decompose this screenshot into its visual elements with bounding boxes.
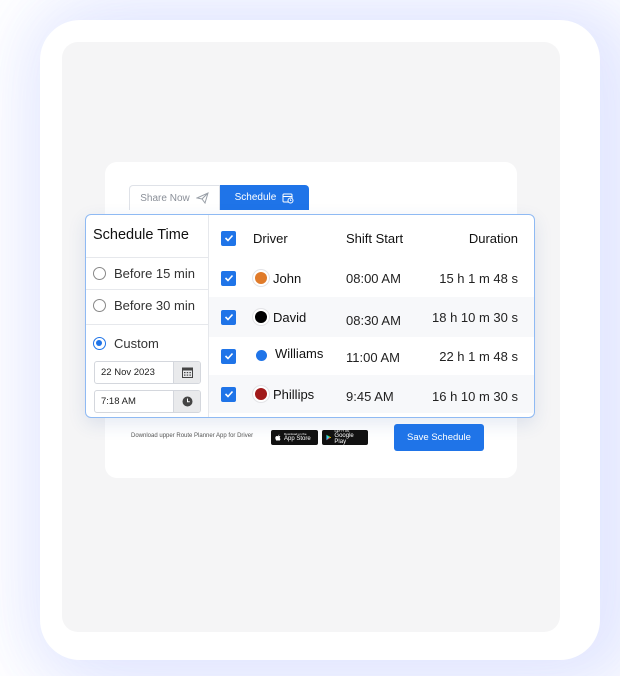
driver-color-dot: [256, 350, 267, 361]
option-before-30[interactable]: Before 30 min: [86, 289, 208, 321]
check-icon: [224, 352, 233, 360]
duration: 22 h 1 m 48 s: [439, 349, 518, 364]
row-checkbox[interactable]: [221, 386, 236, 402]
time-value: 7:18 AM: [101, 396, 136, 407]
radio-before-15[interactable]: [93, 267, 106, 280]
row-checkbox[interactable]: [221, 270, 236, 286]
save-schedule-button[interactable]: Save Schedule: [394, 424, 484, 451]
app-store-label: App Store: [284, 436, 311, 442]
driver-name: Williams: [275, 346, 324, 361]
tab-schedule-label: Schedule: [234, 192, 277, 203]
date-value: 22 Nov 2023: [101, 367, 155, 378]
shift-start: 08:00 AM: [346, 270, 401, 286]
driver-table: Driver Shift Start Duration John 08:00 A…: [209, 215, 534, 417]
option-custom-label: Custom: [114, 336, 159, 351]
schedule-panel: Schedule Time Before 15 min Before 30 mi…: [85, 214, 535, 418]
shift-start: 11:00 AM: [346, 350, 400, 365]
radio-custom[interactable]: [93, 337, 106, 350]
row-checkbox[interactable]: [221, 309, 236, 325]
shift-start: 08:30 AM: [346, 313, 401, 328]
check-icon: [224, 234, 233, 242]
header-shift-start: Shift Start: [346, 230, 404, 246]
table-row[interactable]: John 08:00 AM 15 h 1 m 48 s: [209, 259, 534, 297]
header-driver: Driver: [253, 230, 288, 246]
date-field[interactable]: 22 Nov 2023: [94, 361, 201, 384]
google-play-label: Google Play: [334, 433, 354, 445]
apple-icon: [275, 434, 281, 441]
tab-bar: Share Now Schedule: [129, 185, 309, 210]
schedule-time-title: Schedule Time: [93, 227, 189, 243]
table-row[interactable]: Phillips 9:45 AM 16 h 10 m 30 s: [209, 375, 534, 413]
radio-before-30[interactable]: [93, 299, 106, 312]
check-icon: [224, 313, 233, 321]
option-custom[interactable]: Custom: [86, 324, 208, 364]
check-icon: [224, 390, 233, 398]
row-checkbox[interactable]: [221, 348, 236, 364]
calendar-clock-icon: [282, 193, 294, 203]
tab-schedule[interactable]: Schedule: [220, 185, 309, 210]
schedule-time-column: Schedule Time Before 15 min Before 30 mi…: [86, 215, 209, 417]
driver-name: David: [273, 309, 307, 325]
driver-color-dot: [255, 311, 267, 323]
time-field[interactable]: 7:18 AM: [94, 390, 201, 413]
table-header-row: Driver Shift Start Duration: [209, 223, 534, 253]
check-icon: [224, 274, 233, 282]
select-all-checkbox[interactable]: [221, 230, 236, 246]
google-play-badge[interactable]: GET IT ON Google Play: [322, 430, 368, 445]
duration: 16 h 10 m 30 s: [432, 389, 518, 404]
tab-share-now[interactable]: Share Now: [129, 185, 220, 210]
calendar-icon[interactable]: [173, 362, 200, 383]
option-before-15[interactable]: Before 15 min: [86, 257, 208, 289]
option-before-30-label: Before 30 min: [114, 298, 195, 313]
send-icon: [195, 192, 209, 204]
shift-start: 9:45 AM: [346, 389, 394, 404]
play-store-icon: [326, 434, 332, 441]
tab-share-now-label: Share Now: [140, 192, 190, 204]
driver-name: Phillips: [273, 386, 315, 402]
driver-name: John: [273, 270, 302, 286]
option-before-15-label: Before 15 min: [114, 266, 195, 281]
driver-color-dot: [255, 272, 267, 284]
duration: 18 h 10 m 30 s: [432, 309, 518, 325]
table-row[interactable]: David 08:30 AM 18 h 10 m 30 s: [209, 297, 534, 337]
table-row[interactable]: Williams 11:00 AM 22 h 1 m 48 s: [209, 337, 534, 375]
header-duration: Duration: [468, 230, 518, 246]
download-app-text: Download upper Route Planner App for Dri…: [131, 433, 254, 439]
duration: 15 h 1 m 48 s: [439, 270, 518, 286]
clock-icon[interactable]: [173, 391, 200, 412]
driver-color-dot: [255, 388, 267, 400]
app-store-badge[interactable]: Download on the App Store: [271, 430, 318, 445]
